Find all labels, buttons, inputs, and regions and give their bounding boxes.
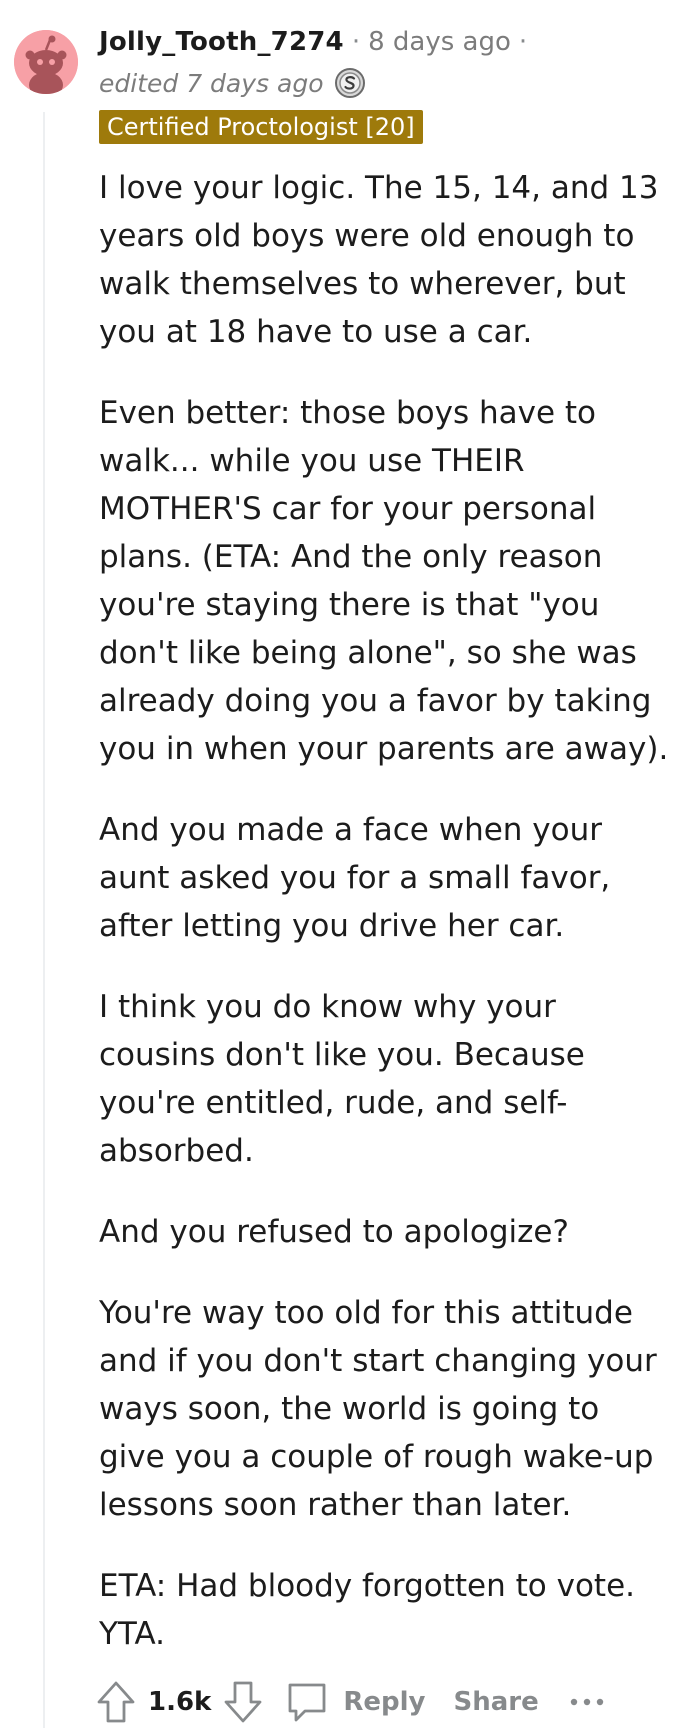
user-flair: Certified Proctologist [20] xyxy=(99,110,423,144)
upvote-arrow-icon[interactable] xyxy=(96,1680,136,1724)
comment-paragraph: And you made a face when your aunt asked… xyxy=(99,812,611,944)
share-button[interactable]: Share xyxy=(454,1687,539,1717)
meta-separator-trailing: · xyxy=(518,27,528,57)
comment-paragraph: You're way too old for this attitude and… xyxy=(99,1295,657,1523)
thread-line[interactable] xyxy=(43,112,45,1728)
reddit-snoo-avatar-icon xyxy=(14,30,78,94)
edited-info: edited 7 days ago xyxy=(99,64,366,102)
comment-paragraph: I think you do know why your cousins don… xyxy=(99,989,585,1169)
comment-paragraph: I love your logic. The 15, 14, and 13 ye… xyxy=(99,170,659,350)
comment-body: I love your logic. The 15, 14, and 13 ye… xyxy=(99,164,679,1691)
meta-separator: · xyxy=(351,27,361,57)
timestamp[interactable]: 8 days ago xyxy=(368,27,511,57)
reply-label: Reply xyxy=(343,1687,426,1717)
edited-label: edited 7 days ago xyxy=(99,68,324,98)
comment-paragraph: Even better: those boys have to walk... … xyxy=(99,395,669,767)
reply-button[interactable]: Reply xyxy=(285,1680,426,1724)
avatar[interactable] xyxy=(14,30,78,94)
comment-paragraph: And you refused to apologize? xyxy=(99,1214,569,1250)
comment-paragraph: ETA: Had bloody forgotten to vote. YTA. xyxy=(99,1568,635,1652)
silver-award-icon[interactable] xyxy=(334,67,366,99)
vote-score: 1.6k xyxy=(148,1687,212,1717)
comment-actions: 1.6k Reply Share xyxy=(96,1676,605,1728)
comment-bubble-icon xyxy=(285,1680,329,1724)
comment-meta: Jolly_Tooth_7274 · 8 days ago · xyxy=(99,22,535,62)
downvote-arrow-icon[interactable] xyxy=(223,1680,263,1724)
more-options-icon[interactable] xyxy=(569,1696,605,1708)
username[interactable]: Jolly_Tooth_7274 xyxy=(99,27,344,57)
